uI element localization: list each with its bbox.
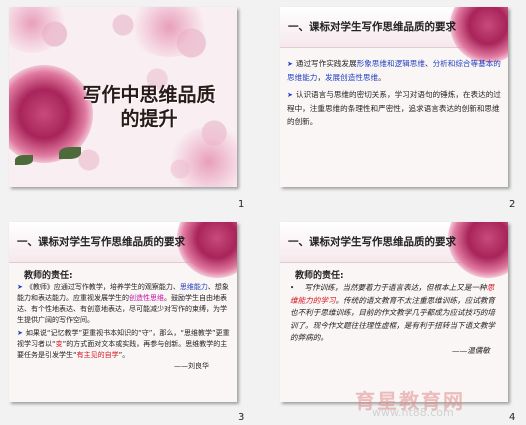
- arrow-bullet-icon: ➤: [287, 60, 293, 68]
- dot-bullet-icon: •: [290, 284, 295, 292]
- signature: ——刘良华: [174, 362, 209, 370]
- rose-icon: [450, 7, 508, 63]
- slide-thumbnail-2[interactable]: 一、课标对学生写作思维品质的要求 ➤ 通过写作实践发展形象思维和逻辑思维、分析和综…: [280, 7, 508, 187]
- quote-body: • 写作训练，当然要着力于语言表达，但根本上又是一种思维能力的学习。传统的语文教…: [290, 282, 500, 357]
- slide-number: 1: [238, 199, 245, 210]
- list-item: ➤ 认识语言与思维的密切关系，学习对语句的锤炼，在表达的过程中，注重思维的条理性和…: [287, 90, 501, 126]
- rose-icon: [177, 222, 237, 278]
- slide-thumbnail-4[interactable]: 一、课标对学生写作思维品质的要求 教师的责任: • 写作训练，当然要着力于语言表…: [280, 222, 508, 402]
- slide-number: 3: [238, 412, 245, 423]
- slide-number: 4: [509, 412, 516, 423]
- arrow-bullet-icon: ➤: [17, 329, 23, 337]
- slide-thumbnail-1[interactable]: 写作中思维品质 的提升: [9, 7, 237, 187]
- watermark-url: www.ht88.com: [372, 406, 454, 419]
- slide-heading: 一、课标对学生写作思维品质的要求: [17, 236, 185, 248]
- slide-body: ➤ 通过写作实践发展形象思维和逻辑思维、分析和综合等基本的思维能力，发展创造性思维…: [287, 57, 503, 132]
- slide-heading: 一、课标对学生写作思维品质的要求: [288, 21, 456, 33]
- slide-body: ➤ 《教师》应通过写作教学，培养学生的观察能力、思维能力、想象能力和表达能力。应重…: [17, 282, 231, 372]
- list-item: • 写作训练，当然要着力于语言表达，但根本上又是一种思维能力的学习。传统的语文教…: [290, 283, 496, 342]
- list-item: ➤ 如果说“记忆教学”更重视书本知识的“守”，那么，“思维教学”更重视学习者以“变…: [17, 329, 230, 359]
- rose-icon: [448, 222, 508, 278]
- list-item: ➤ 通过写作实践发展形象思维和逻辑思维、分析和综合等基本的思维能力，发展创造性思维…: [287, 59, 501, 82]
- slide-heading: 一、课标对学生写作思维品质的要求: [288, 236, 456, 248]
- leaf-icon: [59, 147, 81, 159]
- slide-number: 2: [509, 199, 516, 210]
- slide-thumbnail-3[interactable]: 一、课标对学生写作思维品质的要求 教师的责任: ➤ 《教师》应通过写作教学，培养学…: [9, 222, 237, 402]
- list-item: ➤ 《教师》应通过写作教学，培养学生的观察能力、思维能力、想象能力和表达能力。应重…: [17, 283, 229, 324]
- leaf-icon: [15, 155, 33, 165]
- arrow-bullet-icon: ➤: [287, 91, 293, 99]
- signature: ——温儒敏: [452, 345, 490, 355]
- slide-title: 写作中思维品质 的提升: [82, 84, 216, 130]
- section-label: 教师的责任:: [24, 271, 73, 281]
- section-label: 教师的责任:: [295, 271, 344, 281]
- arrow-bullet-icon: ➤: [17, 283, 23, 291]
